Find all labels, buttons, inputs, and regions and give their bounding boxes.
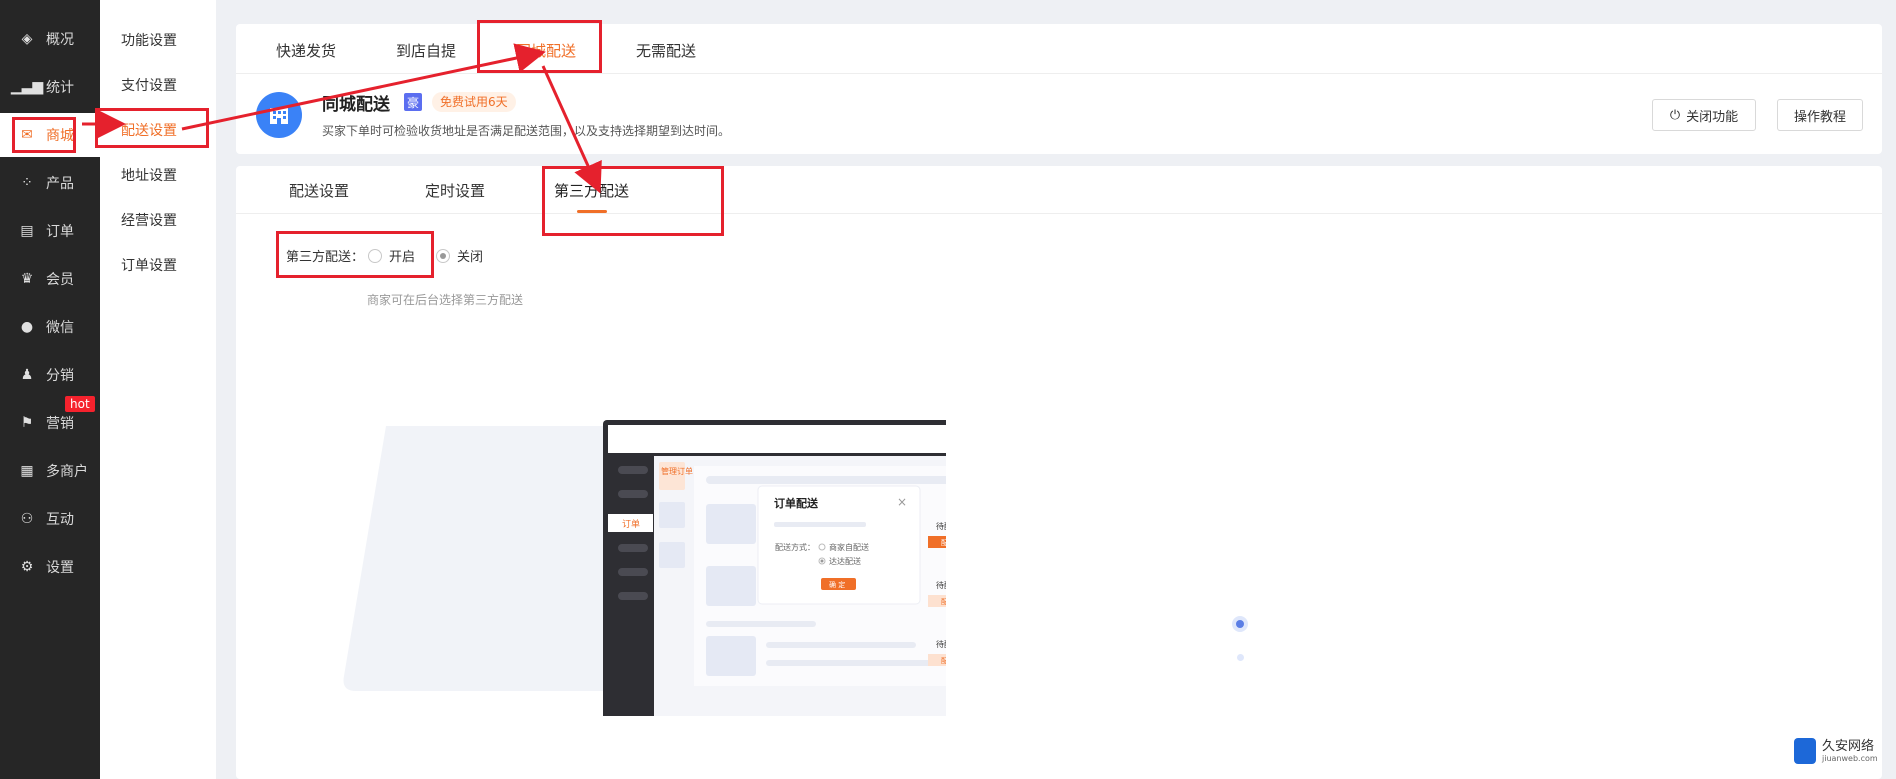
feature-card: 快递发货 到店自提 同城配送 无需配送 同城配送 豪 免费试用6天 买家下单时可…: [236, 24, 1882, 154]
illus-method-option-2: 达达配送: [829, 556, 861, 566]
sidebar-item-label: 营销: [46, 416, 74, 432]
watermark-logo-icon: [1794, 738, 1816, 764]
sidebar-item-label: 设置: [46, 560, 74, 576]
order-icon: ▤: [20, 223, 34, 239]
sidebar-item-label: 订单: [46, 224, 74, 240]
sidebar-item-overview[interactable]: ◈ 概况: [0, 17, 100, 61]
illus-method-option-1: 商家自配送: [829, 542, 869, 552]
sidebar-item-label: 微信: [46, 320, 74, 336]
flag-icon: ⚑: [20, 415, 34, 431]
tab-no-delivery[interactable]: 无需配送: [636, 40, 696, 61]
illus-action-2: 配送: [941, 597, 946, 606]
tab-pickup[interactable]: 到店自提: [396, 40, 456, 61]
wechat-icon: ●: [20, 319, 34, 335]
subnav-item-address[interactable]: 地址设置: [100, 155, 216, 195]
sidebar-item-label: 概况: [46, 32, 74, 48]
subnav-item-order[interactable]: 订单设置: [100, 245, 216, 285]
sidebar-item-label: 会员: [46, 272, 74, 288]
distribution-icon: ♟: [20, 367, 34, 383]
active-tab-indicator: [577, 210, 607, 213]
subnav-item-delivery[interactable]: 配送设置: [100, 110, 216, 150]
sidebar-item-settings[interactable]: ⚙ 设置: [0, 545, 100, 589]
sidebar-item-label: 多商户: [46, 464, 88, 480]
sidebar-item-wechat[interactable]: ● 微信: [0, 305, 100, 349]
layers-icon: ◈: [21, 31, 33, 47]
trial-badge: 免费试用6天: [432, 92, 516, 112]
sub-sidebar: 功能设置 支付设置 配送设置 地址设置 经营设置 订单设置: [100, 0, 216, 779]
product-icon: ⁘: [21, 175, 33, 191]
watermark-name: 久安网络: [1822, 738, 1875, 754]
sidebar-item-label: 互动: [46, 512, 74, 528]
radio-off-label: 关闭: [457, 250, 484, 265]
store-icon: ▦: [20, 463, 34, 479]
shop-icon: ✉: [21, 127, 33, 143]
illus-action-1: 配送: [941, 538, 946, 547]
delivery-tabs: 快递发货 到店自提 同城配送 无需配送: [236, 24, 1882, 74]
sidebar-item-label: 分销: [46, 368, 74, 384]
loading-dot-small: [1237, 654, 1244, 661]
chart-icon: ▁▃▆: [10, 79, 44, 95]
illus-action-3: 配送: [941, 656, 946, 665]
hot-badge: hot: [65, 396, 95, 412]
tab-schedule-settings[interactable]: 定时设置: [425, 180, 485, 201]
gear-icon: ⚙: [20, 559, 34, 575]
close-feature-label: 关闭功能: [1686, 109, 1739, 125]
sidebar-item-orders[interactable]: ▤ 订单: [0, 209, 100, 253]
settings-tabs: 配送设置 定时设置 第三方配送: [236, 166, 1882, 214]
loading-dot: [1232, 616, 1248, 632]
tab-express[interactable]: 快递发货: [276, 40, 336, 61]
tab-third-party[interactable]: 第三方配送: [554, 180, 629, 201]
radio-circle: [368, 248, 382, 263]
tutorial-button[interactable]: 操作教程: [1777, 99, 1863, 131]
sidebar-item-product[interactable]: ⁘ 产品: [0, 161, 100, 205]
illus-status-3: 待配送: [936, 639, 946, 649]
radio-circle-selected: [436, 248, 450, 263]
settings-card: 配送设置 定时设置 第三方配送 第三方配送： 开启 关闭 商家可在后台选择第三方…: [236, 166, 1882, 779]
illus-method-label: 配送方式：: [775, 542, 815, 552]
vip-badge: 豪: [404, 93, 422, 111]
sidebar-item-label: 统计: [46, 80, 74, 96]
building-icon: [256, 92, 302, 138]
sidebar-item-distribution[interactable]: ♟ 分销: [0, 353, 100, 397]
crown-icon: ♛: [20, 271, 34, 287]
sidebar-item-label: 产品: [46, 176, 74, 192]
watermark-sub: jiuanweb.com: [1822, 753, 1878, 763]
sidebar-item-merchants[interactable]: ▦ 多商户: [0, 449, 100, 493]
tab-local-delivery[interactable]: 同城配送: [516, 40, 576, 61]
tab-delivery-settings[interactable]: 配送设置: [289, 180, 349, 201]
illus-menu-order: 订单: [622, 518, 640, 530]
close-feature-button[interactable]: ⏻ 关闭功能: [1652, 99, 1756, 131]
illus-status-1: 待配送: [936, 521, 946, 531]
radio-on[interactable]: 开启: [368, 246, 415, 265]
sidebar-item-members[interactable]: ♛ 会员: [0, 257, 100, 301]
subnav-item-payment[interactable]: 支付设置: [100, 65, 216, 105]
radio-off[interactable]: 关闭: [436, 246, 483, 265]
delivery-illustration: 订单 管理订单 订单配送 × 配送方式： 商家自配送 达达配送 确 定 待配送 …: [343, 420, 946, 716]
illus-side-tag: 管理订单: [661, 466, 693, 476]
radio-on-label: 开启: [389, 250, 416, 265]
sidebar-item-label: 商城: [46, 128, 74, 144]
form-hint: 商家可在后台选择第三方配送: [367, 293, 524, 307]
illus-dialog-title: 订单配送: [774, 496, 819, 510]
main-sidebar: ◈ 概况 ▁▃▆ 统计 ✉ 商城 ⁘ 产品 ▤ 订单 ♛ 会员 ● 微信 ♟ 分销 ⚑ 营销 ▦ 多…: [0, 0, 100, 779]
watermark: 久安网络 jiuanweb.com: [1794, 738, 1878, 764]
illus-status-2: 待配送: [936, 580, 946, 590]
illus-close-icon: ×: [897, 495, 907, 509]
third-party-label: 第三方配送：: [286, 250, 365, 265]
sidebar-item-interaction[interactable]: ⚇ 互动: [0, 497, 100, 541]
sidebar-item-stats[interactable]: ▁▃▆ 统计: [0, 65, 100, 109]
illus-confirm: 确 定: [829, 580, 845, 589]
users-icon: ⚇: [20, 511, 34, 527]
subnav-item-business[interactable]: 经营设置: [100, 200, 216, 240]
subnav-item-function[interactable]: 功能设置: [100, 20, 216, 60]
feature-title: 同城配送: [322, 95, 390, 115]
power-icon: ⏻: [1669, 107, 1681, 123]
sidebar-item-shop[interactable]: ✉ 商城: [0, 113, 100, 157]
feature-description: 买家下单时可检验收货地址是否满足配送范围，以及支持选择期望到达时间。: [322, 124, 731, 138]
